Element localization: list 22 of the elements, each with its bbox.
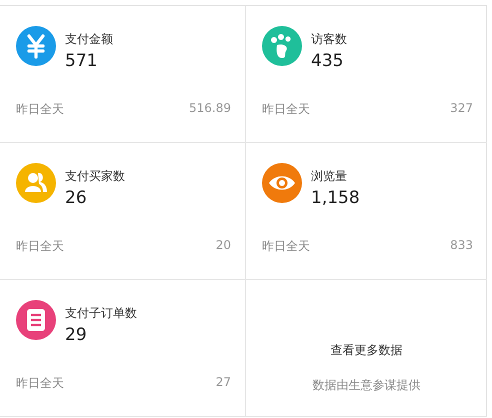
previous-value: 327 [450,101,473,117]
metric-label: 支付买家数 [65,168,125,185]
period-label: 昨日全天 [262,238,310,255]
period-label: 昨日全天 [16,238,64,255]
metric-value: 29 [65,325,88,345]
previous-value: 833 [450,238,473,254]
metric-value: 1,158 [311,188,360,208]
period-label: 昨日全天 [262,101,310,118]
metric-label: 访客数 [311,31,347,48]
more-data-link[interactable]: 查看更多数据 [330,342,402,359]
metric-value: 26 [65,188,88,208]
period-label: 昨日全天 [16,101,64,118]
metric-value: 435 [311,51,344,71]
metric-label: 支付子订单数 [65,305,137,322]
metric-label: 支付金额 [65,31,113,48]
metric-value: 571 [65,51,98,71]
previous-value: 516.89 [189,101,231,117]
data-source-note: 数据由生意参谋提供 [312,377,420,394]
period-label: 昨日全天 [16,375,64,392]
previous-value: 20 [216,238,231,254]
metric-label: 浏览量 [311,168,348,185]
previous-value: 27 [216,375,231,391]
